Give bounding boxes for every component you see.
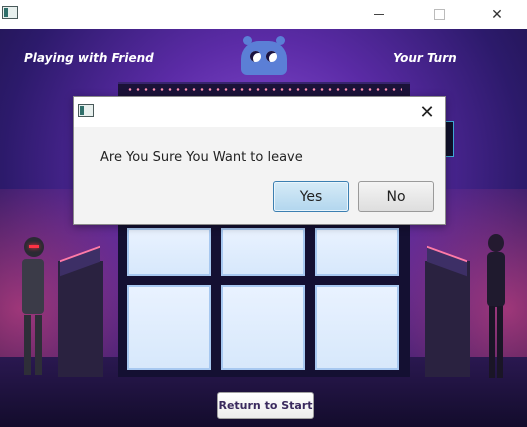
return-to-start-button[interactable]: Return to Start — [217, 392, 314, 419]
human-body — [487, 252, 505, 307]
human-head — [488, 234, 504, 252]
right-console — [425, 261, 470, 377]
no-button[interactable]: No — [358, 181, 434, 212]
board-cell[interactable] — [127, 228, 211, 276]
board-cell[interactable] — [315, 285, 399, 370]
close-window-button[interactable]: ✕ — [474, 0, 520, 29]
marquee-light-strip — [118, 82, 410, 96]
yes-button[interactable]: Yes — [273, 181, 349, 212]
human-player-illustration — [484, 234, 508, 379]
robot-player-illustration — [18, 237, 48, 377]
robot-legs — [24, 315, 42, 375]
left-console — [58, 261, 103, 377]
gopher-mascot-icon — [241, 36, 287, 75]
game-mode-label: Playing with Friend — [24, 51, 154, 65]
human-legs — [489, 306, 503, 378]
minimize-button[interactable] — [356, 0, 402, 29]
window-titlebar: ✕ — [0, 0, 527, 29]
dialog-titlebar: ✕ — [74, 97, 445, 127]
marquee-lights — [126, 88, 402, 91]
maximize-button[interactable] — [416, 0, 462, 29]
robot-eye — [29, 245, 39, 248]
mascot-ear — [276, 36, 285, 45]
robot-torso — [22, 259, 44, 314]
minimize-icon — [374, 14, 384, 15]
app-icon — [78, 104, 94, 117]
board-cell[interactable] — [127, 285, 211, 370]
board-cell[interactable] — [315, 228, 399, 276]
board-cell[interactable] — [221, 285, 305, 370]
maximize-icon — [433, 9, 445, 20]
turn-indicator: Your Turn — [393, 51, 457, 65]
game-scene: Playing with Friend Your Turn Return to … — [0, 29, 527, 427]
close-icon: ✕ — [491, 6, 503, 23]
dialog-close-button[interactable]: ✕ — [409, 97, 445, 127]
leave-confirmation-dialog: ✕ Are You Sure You Want to leave Yes No — [73, 96, 446, 225]
mascot-ear — [243, 36, 252, 45]
dialog-message: Are You Sure You Want to leave — [100, 150, 303, 165]
app-icon — [2, 6, 18, 19]
board-cell[interactable] — [221, 228, 305, 276]
